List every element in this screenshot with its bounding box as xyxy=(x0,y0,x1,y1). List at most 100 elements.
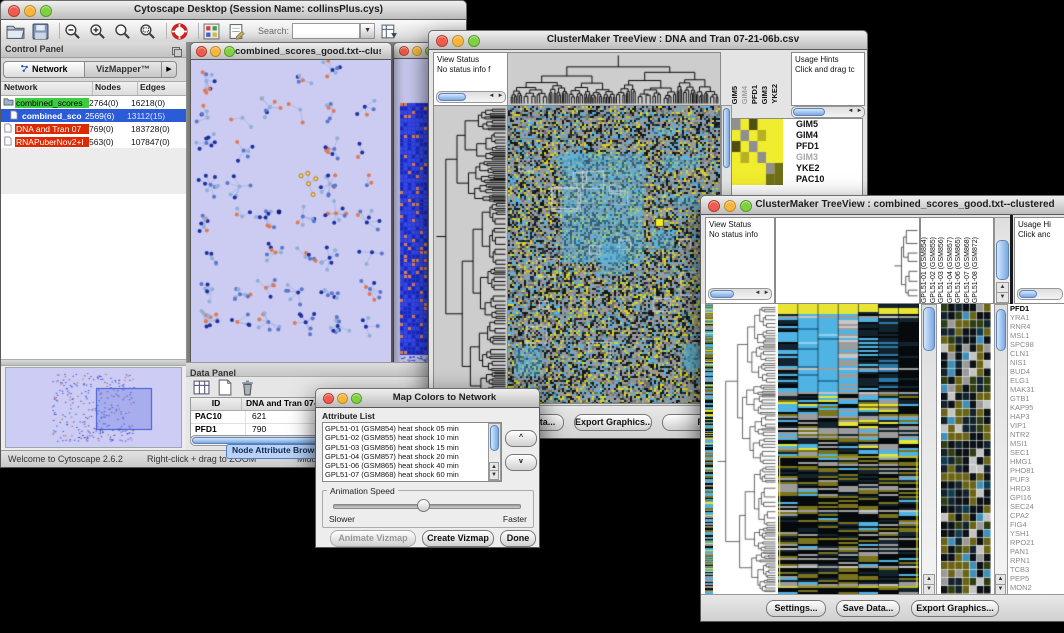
gene-label[interactable]: FIG4 xyxy=(1010,520,1056,529)
minimize-icon[interactable] xyxy=(412,46,422,56)
zoom-heatmap-canvas[interactable] xyxy=(941,304,991,594)
zoom-row-label[interactable]: PAC10 xyxy=(796,174,824,185)
heatmap-canvas[interactable] xyxy=(507,105,721,404)
network-row[interactable]: combined_sco2569(6)13112(15) xyxy=(1,109,186,122)
heatmap-canvas[interactable] xyxy=(778,304,919,594)
zoom-heatmap-canvas[interactable] xyxy=(732,119,783,185)
gene-label[interactable]: SEC1 xyxy=(1010,448,1056,457)
zoom-in-icon[interactable] xyxy=(88,23,107,40)
tab-overflow-icon[interactable]: ▶ xyxy=(162,61,177,78)
column-label[interactable]: GPL51-06 (GSM865) xyxy=(955,237,962,303)
view-status-h-scrollbar[interactable]: ◄ ► xyxy=(708,288,772,300)
close-icon[interactable] xyxy=(399,46,409,56)
column-label[interactable]: GIM3 xyxy=(760,86,769,104)
network-overview-canvas[interactable] xyxy=(6,368,181,445)
network-overview-panel[interactable] xyxy=(5,367,182,448)
column-label[interactable]: PFD1 xyxy=(750,85,759,104)
gene-label[interactable]: MSL1 xyxy=(1010,331,1056,340)
gene-label[interactable]: PUF3 xyxy=(1010,475,1056,484)
tab-vizmapper[interactable]: VizMapper™ xyxy=(85,61,162,78)
float-panel-icon[interactable] xyxy=(172,44,182,54)
gene-label[interactable]: RPN1 xyxy=(1010,556,1056,565)
global-overview-strip[interactable] xyxy=(705,304,713,594)
gene-label[interactable]: MAK31 xyxy=(1010,385,1056,394)
dialog-title-bar[interactable]: Map Colors to Network xyxy=(315,388,540,408)
annotation-icon[interactable] xyxy=(227,23,246,40)
move-up-button[interactable]: ^ xyxy=(505,430,537,447)
new-attribute-icon[interactable] xyxy=(215,379,234,396)
attribute-item[interactable]: GPL51-04 (GSM857) heat shock 20 min xyxy=(325,452,499,461)
column-labels-v-scrollbar[interactable]: ▲ ▼ xyxy=(994,217,1011,304)
close-icon[interactable] xyxy=(436,35,448,47)
col-header-edges[interactable]: Edges xyxy=(138,82,186,95)
close-icon[interactable] xyxy=(196,46,207,57)
col-header-nodes[interactable]: Nodes xyxy=(93,82,138,95)
treeview-dna-title-bar[interactable]: ClusterMaker TreeView : DNA and Tran 07-… xyxy=(428,30,868,50)
attribute-item[interactable]: GPL51-02 (GSM855) heat shock 10 min xyxy=(325,433,499,442)
node-attribute-browser-tab[interactable]: Node Attribute Brows xyxy=(226,444,325,459)
panel-divider[interactable] xyxy=(1,359,186,366)
zoom-window-icon[interactable] xyxy=(468,35,480,47)
network-canvas[interactable] xyxy=(191,60,391,364)
column-label[interactable]: GPL51-01 (GSM854) xyxy=(921,237,928,303)
open-file-icon[interactable] xyxy=(6,23,25,40)
col-header-network[interactable]: Network xyxy=(1,82,93,95)
column-label[interactable]: GIM5 xyxy=(730,86,739,104)
zoom-fit-icon[interactable] xyxy=(113,23,132,40)
gene-label[interactable]: SPC98 xyxy=(1010,340,1056,349)
column-dendrogram-canvas[interactable] xyxy=(775,217,920,304)
column-label[interactable]: GPL51-08 (GSM872) xyxy=(972,237,979,303)
attribute-list-scrollbar[interactable]: ▲ ▼ xyxy=(488,423,501,481)
close-icon[interactable] xyxy=(708,200,720,212)
save-data-button[interactable]: Save Data... xyxy=(836,600,900,617)
close-icon[interactable] xyxy=(323,393,334,404)
gene-label[interactable]: GPI16 xyxy=(1010,493,1056,502)
attribute-item[interactable]: GPL51-03 (GSM856) heat shock 15 min xyxy=(325,443,499,452)
zoom-selected-icon[interactable] xyxy=(138,23,157,40)
main-title-bar[interactable]: Cytoscape Desktop (Session Name: collins… xyxy=(0,0,467,20)
export-graphics-button[interactable]: Export Graphics... xyxy=(911,600,999,617)
minimize-icon[interactable] xyxy=(210,46,221,57)
gene-label[interactable]: YRA1 xyxy=(1010,313,1056,322)
settings-button[interactable]: Settings... xyxy=(766,600,826,617)
gene-label[interactable]: VIP1 xyxy=(1010,421,1056,430)
row-dendrogram-canvas[interactable] xyxy=(433,105,509,404)
column-label[interactable]: GPL51-02 (GSM855) xyxy=(930,237,937,303)
zoom-row-label[interactable]: GIM3 xyxy=(796,152,824,163)
gene-label[interactable]: PFD1 xyxy=(1010,304,1056,313)
export-graphics-button[interactable]: Export Graphics... xyxy=(574,414,652,431)
gene-label[interactable]: GTB1 xyxy=(1010,394,1056,403)
network-row[interactable]: DNA and Tran 07769(0)183728(0) xyxy=(1,122,186,135)
close-icon[interactable] xyxy=(8,5,20,17)
zoom-row-label[interactable]: YKE2 xyxy=(796,163,824,174)
gene-label[interactable]: PHO81 xyxy=(1010,466,1056,475)
gene-label[interactable]: MSI1 xyxy=(1010,439,1056,448)
gene-label[interactable]: NIS1 xyxy=(1010,358,1056,367)
gene-label[interactable]: PEP5 xyxy=(1010,574,1056,583)
network-view-window[interactable]: combined_scores_good.txt--cluste... xyxy=(190,42,392,367)
gene-label[interactable]: CLN1 xyxy=(1010,349,1056,358)
gene-label[interactable]: HMG1 xyxy=(1010,457,1056,466)
search-input[interactable] xyxy=(292,23,360,39)
gene-label[interactable]: KAP95 xyxy=(1010,403,1056,412)
gene-label[interactable]: PAN1 xyxy=(1010,547,1056,556)
gene-label[interactable]: YSH1 xyxy=(1010,529,1056,538)
tab-network[interactable]: Network xyxy=(3,61,85,78)
minimize-icon[interactable] xyxy=(724,200,736,212)
speed-slider-thumb[interactable] xyxy=(417,499,430,512)
usage-hints-h-scrollbar[interactable] xyxy=(1017,288,1063,300)
move-down-button[interactable]: v xyxy=(505,454,537,471)
create-vizmap-button[interactable]: Create Vizmap xyxy=(422,530,494,547)
column-label[interactable]: YKE2 xyxy=(770,84,778,104)
gene-label[interactable]: HAP3 xyxy=(1010,412,1056,421)
view-status-h-scrollbar[interactable]: ◄ ► xyxy=(436,91,506,103)
gene-label[interactable]: TCB3 xyxy=(1010,565,1056,574)
zoom-row-label[interactable]: PFD1 xyxy=(796,141,824,152)
import-table-icon[interactable] xyxy=(380,23,399,40)
attribute-list[interactable]: GPL51-01 (GSM854) heat shock 05 minGPL51… xyxy=(322,422,502,482)
gene-label[interactable]: SEC24 xyxy=(1010,502,1056,511)
gene-label[interactable]: CPA2 xyxy=(1010,511,1056,520)
zoom-window-icon[interactable] xyxy=(224,46,235,57)
row-dendrogram-canvas[interactable] xyxy=(715,304,777,594)
minimize-icon[interactable] xyxy=(337,393,348,404)
